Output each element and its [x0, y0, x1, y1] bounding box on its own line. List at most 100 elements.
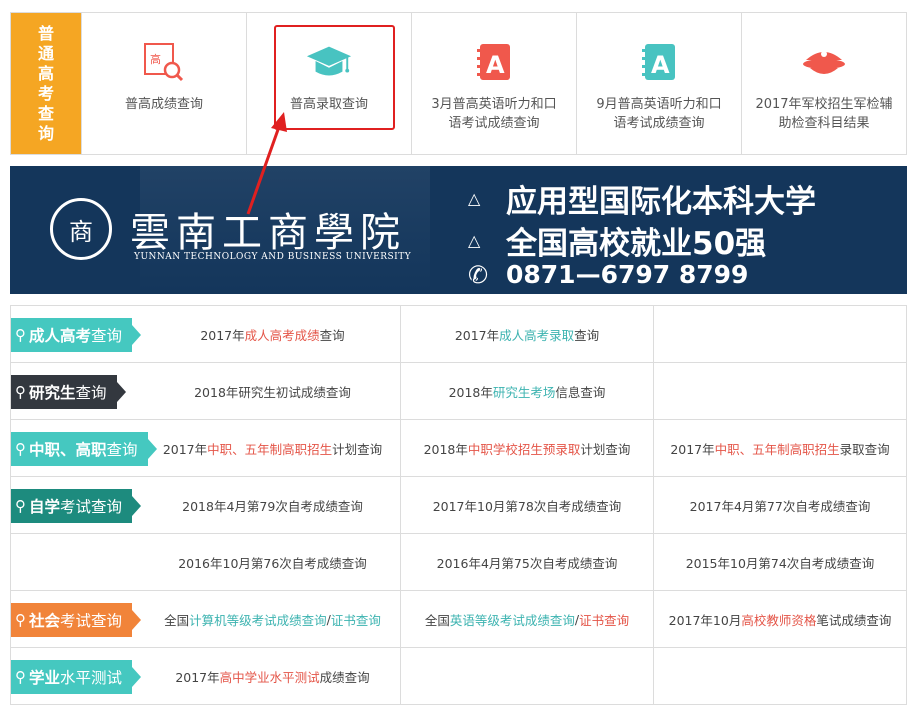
query-link-cell[interactable]: 2017年 成人高考成绩 查询: [145, 306, 400, 363]
table-row: ⚲ 社会 考试查询 全国 计算机等级考试成绩查询 / 证书查询 全国 英语等级考试成绩查询 …: [11, 591, 906, 648]
query-link-cell[interactable]: 2018年4月第79次自考成绩查询: [145, 477, 400, 534]
search-icon: ⚲: [15, 440, 26, 458]
nav-item-score-query[interactable]: 高 普高成绩查询: [81, 13, 246, 154]
query-link-cell[interactable]: 2016年4月第75次自考成绩查询: [400, 534, 653, 591]
query-link-text: 2016年4月第75次自考成绩查询: [436, 556, 618, 571]
slogan-1: △ 应用型国际化本科大学: [468, 176, 816, 221]
query-link-text: 计划查询: [580, 442, 631, 457]
query-link-text: 2017年: [175, 670, 220, 685]
query-link-text: 证书查询: [330, 613, 381, 628]
notebook-a-icon: A: [470, 41, 518, 83]
phone-icon: ✆: [468, 260, 489, 289]
category-tag: ⚲ 社会 考试查询: [11, 603, 142, 637]
query-link-text: 2017年: [670, 442, 715, 457]
category-tag-normal: 考试查询: [60, 498, 123, 516]
nav-item-march-english[interactable]: A 3月普高英语听力和口语考试成绩查询: [411, 13, 576, 154]
category-tag-bold: 成人高考: [29, 327, 92, 345]
svg-text:A: A: [486, 51, 505, 79]
query-link-text: 信息查询: [555, 385, 606, 400]
score-search-icon: 高: [140, 41, 188, 83]
category-tag: ⚲ 学业 水平测试: [11, 660, 142, 694]
query-link-cell[interactable]: 全国 英语等级考试成绩查询 / 证书查询: [400, 591, 653, 648]
category-tag: ⚲ 自学 考试查询: [11, 489, 142, 523]
query-link-text: 计划查询: [332, 442, 383, 457]
nav-item-label: 普高录取查询: [289, 97, 368, 112]
query-link-text: 查询: [319, 328, 345, 343]
svg-text:A: A: [651, 51, 670, 79]
slogan-1-text: 应用型国际化本科大学: [506, 184, 816, 220]
query-link-text: 成人高考录取: [499, 328, 575, 343]
category-tag-bold: 中职、高职: [29, 441, 107, 459]
query-link-text: 2018年: [448, 385, 493, 400]
table-row: ⚲ 研究生 查询 2018年研究生初试成绩查询 2018年 研究生考场 信息查询: [11, 363, 906, 420]
notebook-a-icon: A: [635, 41, 683, 83]
category-tag-normal: 水平测试: [60, 669, 123, 687]
query-link-text: 高校教师资格: [741, 613, 817, 628]
query-link-text: 中职、五年制高职招生: [207, 442, 333, 457]
category-tag-normal: 查询: [106, 441, 138, 459]
query-link-cell[interactable]: 2017年 高中学业水平测试 成绩查询: [145, 648, 400, 705]
query-link-text: 2018年4月第79次自考成绩查询: [182, 499, 363, 514]
svg-text:高: 高: [150, 52, 161, 66]
military-cap-icon: [800, 41, 848, 83]
query-link-text: 2017年: [162, 442, 208, 457]
category-tag-normal: 查询: [75, 384, 107, 402]
nav-item-sept-english[interactable]: A 9月普高英语听力和口语考试成绩查询: [576, 13, 741, 154]
slogan-2-text: 全国高校就业50强: [506, 226, 767, 262]
nav-item-label: 9月普高英语听力和口语考试成绩查询: [596, 97, 722, 131]
query-link-text: 2017年: [454, 328, 500, 343]
query-link-text: 2018年研究生初试成绩查询: [194, 385, 351, 400]
search-icon: ⚲: [15, 497, 26, 515]
query-link-text: 2015年10月第74次自考成绩查询: [685, 556, 875, 571]
query-link-cell[interactable]: 2017年 中职、五年制高职招生 计划查询: [145, 420, 400, 477]
query-link-text: 2017年: [200, 328, 245, 343]
category-tag-bold: 学业: [29, 669, 61, 687]
query-link-cell[interactable]: 2018年 研究生考场 信息查询: [400, 363, 653, 420]
university-banner[interactable]: 商 雲南工商學院 YUNNAN TECHNOLOGY AND BUSINESS …: [10, 166, 907, 294]
category-tag: ⚲ 成人高考 查询: [11, 318, 142, 352]
section-label-char: 询: [37, 123, 54, 143]
search-icon: ⚲: [15, 668, 26, 686]
query-grid: ⚲ 成人高考 查询 2017年 成人高考成绩 查询 2017年 成人高考录取 查询 ⚲ 研究生 查询 2…: [10, 305, 907, 705]
query-link-cell[interactable]: 2017年10月第78次自考成绩查询: [400, 477, 653, 534]
query-link-cell: [653, 306, 906, 363]
query-link-cell[interactable]: 全国 计算机等级考试成绩查询 / 证书查询: [145, 591, 400, 648]
query-link-text: 英语等级考试成绩查询: [449, 613, 575, 628]
query-link-text: 笔试成绩查询: [816, 613, 892, 628]
query-link-text: 2017年4月第77次自考成绩查询: [689, 499, 871, 514]
search-icon: ⚲: [15, 326, 26, 344]
category-tag: ⚲ 中职、高职 查询: [11, 432, 157, 466]
query-link-text: 研究生考场: [492, 385, 556, 400]
query-link-cell[interactable]: 2015年10月第74次自考成绩查询: [653, 534, 906, 591]
query-link-text: 计算机等级考试成绩查询: [189, 613, 327, 628]
slogan-2: △ 全国高校就业50强: [468, 218, 766, 263]
section-label-char: 普: [37, 23, 54, 43]
section-label-char: 高: [37, 63, 54, 83]
query-link-cell[interactable]: 2017年4月第77次自考成绩查询: [653, 477, 906, 534]
annotation-arrow: [246, 112, 287, 215]
section-label-char: 查: [37, 103, 54, 123]
query-link-cell[interactable]: 2016年10月第76次自考成绩查询: [145, 534, 400, 591]
nav-item-label: 普高成绩查询: [124, 97, 203, 112]
query-link-cell[interactable]: 2018年 中职学校招生预录取 计划查询: [400, 420, 653, 477]
category-tag-bold: 研究生: [29, 384, 76, 402]
table-row: ⚲ 成人高考 查询 2017年 成人高考成绩 查询 2017年 成人高考录取 查询: [11, 306, 906, 363]
query-link-text: 成绩查询: [319, 670, 370, 685]
section-label-putong-gaokao: 普 通 高 考 查 询: [11, 13, 81, 154]
table-row: ⚲ 自学 考试查询 2018年4月第79次自考成绩查询 2017年10月第78次自考成绩…: [11, 477, 906, 534]
query-link-cell: [653, 363, 906, 420]
query-link-cell[interactable]: 2017年10月 高校教师资格 笔试成绩查询: [653, 591, 906, 648]
query-link-cell[interactable]: 2018年研究生初试成绩查询: [145, 363, 400, 420]
search-icon: ⚲: [15, 611, 26, 629]
query-link-text: 2017年10月: [668, 613, 742, 628]
table-row: 2016年10月第76次自考成绩查询 2016年4月第75次自考成绩查询 2015年…: [11, 534, 906, 591]
query-link-cell[interactable]: 2017年 成人高考录取 查询: [400, 306, 653, 363]
table-row: ⚲ 学业 水平测试 2017年 高中学业水平测试 成绩查询: [11, 648, 906, 705]
query-link-text: 证书查询: [579, 613, 630, 628]
nav-item-military-check[interactable]: 2017年军校招生军检辅助检查科目结果: [741, 13, 906, 154]
query-link-cell[interactable]: 2017年 中职、五年制高职招生 录取查询: [653, 420, 906, 477]
top-nav: 普 通 高 考 查 询 高 普高成绩查询 普高录取查询 A 3月普高英语听力和口…: [10, 12, 907, 155]
phone-number: 0871—6797 8799: [506, 260, 749, 289]
query-link-text: 中职学校招生预录取: [467, 442, 581, 457]
graduation-cap-icon: [305, 41, 353, 83]
